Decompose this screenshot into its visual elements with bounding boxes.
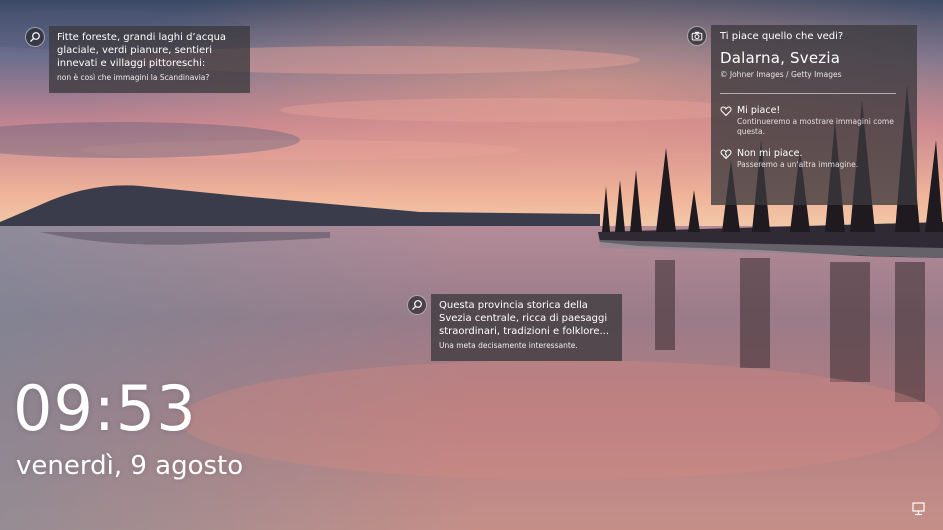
- broken-heart-icon: [720, 149, 732, 160]
- feedback-title: Ti piace quello che vedi?: [720, 31, 844, 42]
- camera-icon: [691, 31, 703, 41]
- camera-button[interactable]: [687, 26, 707, 46]
- hotspot-left-headline: Fitte foreste, grandi laghi d’acqua glac…: [57, 32, 227, 69]
- image-credit: © Johner Images / Getty Images: [720, 70, 842, 79]
- hotspot-center-button[interactable]: [407, 295, 427, 315]
- dislike-description: Passeremo a un'altra immagine.: [737, 160, 859, 169]
- dislike-label: Non mi piace.: [737, 148, 803, 159]
- network-icon[interactable]: [911, 501, 927, 517]
- lock-screen-time: 09:53: [13, 372, 197, 445]
- like-description: Continueremo a mostrare immagini come qu…: [737, 117, 894, 136]
- hotspot-left-button[interactable]: [25, 27, 45, 47]
- feedback-panel: Ti piace quello che vedi? Dalarna, Svezi…: [711, 25, 917, 205]
- like-label: Mi piace!: [737, 105, 781, 116]
- lock-screen-date: venerdì, 9 agosto: [16, 451, 244, 481]
- hotspot-center-headline: Questa provincia storica della Svezia ce…: [439, 300, 610, 337]
- hotspot-center-subtext: Una meta decisamente interessante.: [439, 341, 578, 350]
- search-icon: [412, 300, 422, 310]
- hotspot-left-subtext: non è così che immagini la Scandinavia?: [57, 73, 210, 82]
- search-icon: [30, 32, 40, 42]
- heart-icon: [720, 106, 732, 117]
- hotspot-center-card[interactable]: Questa provincia storica della Svezia ce…: [431, 294, 622, 361]
- dislike-option[interactable]: Non mi piace. Passeremo a un'altra immag…: [720, 147, 908, 170]
- feedback-divider: [720, 93, 896, 94]
- hotspot-left-card[interactable]: Fitte foreste, grandi laghi d’acqua glac…: [49, 26, 250, 93]
- location-name: Dalarna, Svezia: [720, 49, 841, 67]
- like-option[interactable]: Mi piace! Continueremo a mostrare immagi…: [720, 104, 908, 137]
